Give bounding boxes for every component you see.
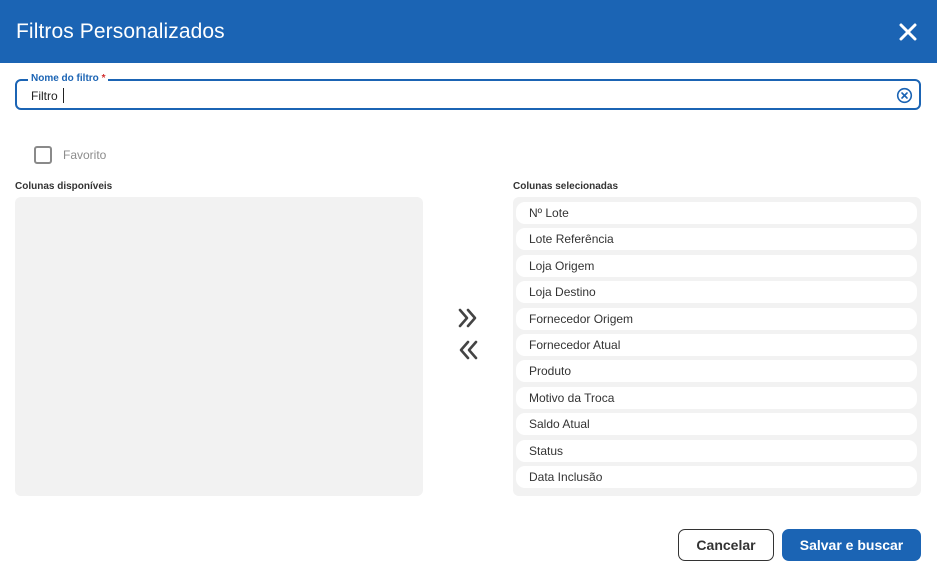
save-and-search-button[interactable]: Salvar e buscar <box>782 529 921 561</box>
favorite-label: Favorito <box>63 148 107 162</box>
list-item[interactable]: Fornecedor Origem <box>516 307 917 330</box>
dialog-header: Filtros Personalizados <box>0 0 937 63</box>
move-right-button[interactable] <box>456 306 480 330</box>
chevron-double-right-icon <box>458 308 477 328</box>
filter-name-input[interactable] <box>31 88 871 104</box>
list-item[interactable]: Status <box>516 439 917 462</box>
dialog-title: Filtros Personalizados <box>16 19 225 43</box>
list-item[interactable]: Lote Referência <box>516 228 917 251</box>
required-mark: * <box>101 73 106 84</box>
chevron-double-left-icon <box>459 340 478 360</box>
list-item[interactable]: Saldo Atual <box>516 413 917 436</box>
text-caret <box>63 88 64 103</box>
available-columns-list[interactable] <box>15 197 423 496</box>
filter-name-label: Nome do filtro * <box>28 73 109 85</box>
selected-columns-list[interactable]: Nº Lote Lote Referência Loja Origem Loja… <box>513 197 921 496</box>
move-left-button[interactable] <box>456 338 480 362</box>
favorite-option[interactable]: Favorito <box>34 146 106 164</box>
filter-name-field[interactable]: Nome do filtro * <box>15 73 921 110</box>
favorite-checkbox[interactable] <box>34 146 52 164</box>
cancel-button[interactable]: Cancelar <box>678 529 774 561</box>
list-item[interactable]: Motivo da Troca <box>516 386 917 409</box>
available-columns-title: Colunas disponíveis <box>15 181 113 192</box>
list-item[interactable]: Loja Origem <box>516 254 917 277</box>
filter-name-label-text: Nome do filtro <box>31 73 99 84</box>
clear-input-button[interactable] <box>896 87 913 104</box>
clear-circle-icon <box>896 87 913 104</box>
close-button[interactable] <box>895 19 921 45</box>
list-item[interactable]: Data Inclusão <box>516 465 917 488</box>
list-item[interactable]: Nº Lote <box>516 202 917 224</box>
list-item[interactable]: Loja Destino <box>516 281 917 304</box>
close-icon <box>899 23 917 40</box>
list-item[interactable]: Produto <box>516 360 917 383</box>
selected-columns-title: Colunas selecionadas <box>513 181 619 192</box>
list-item[interactable]: Fornecedor Atual <box>516 333 917 356</box>
